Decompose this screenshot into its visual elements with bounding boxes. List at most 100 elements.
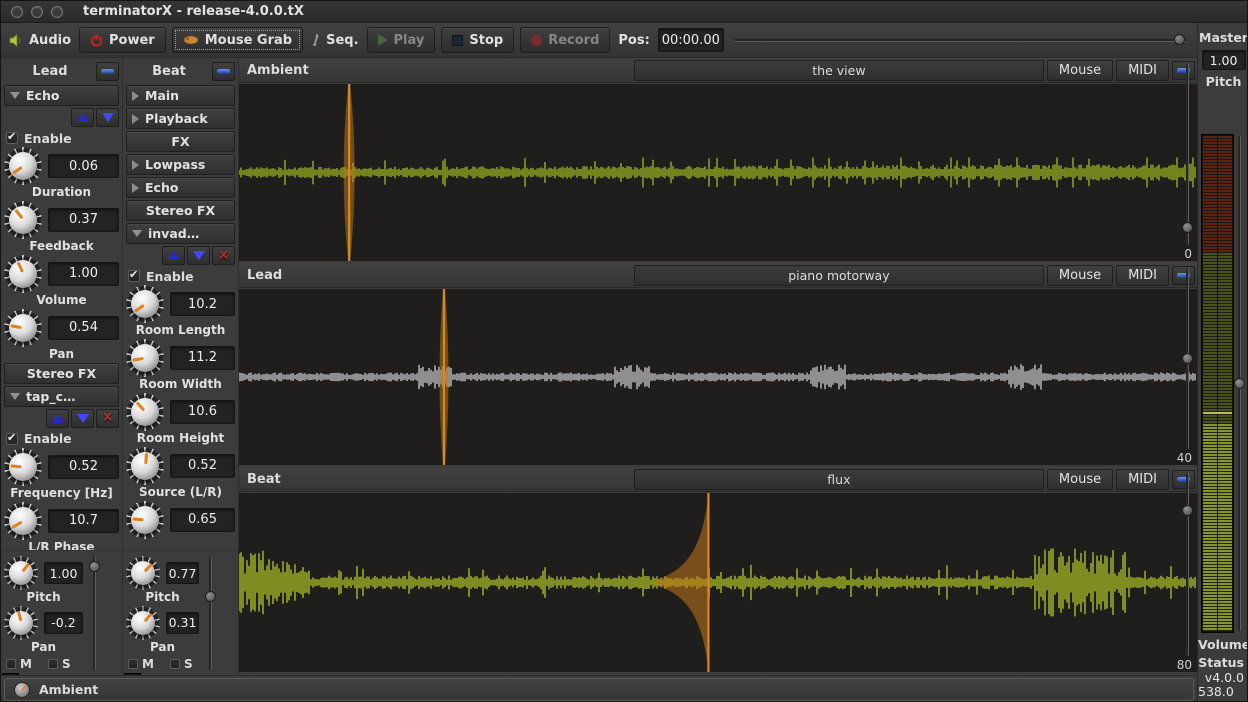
fx-expander-invaders[interactable]: invad… [126, 223, 235, 244]
fx-expander-lowpass[interactable]: Lowpass [126, 154, 235, 175]
lr-phase-knob[interactable] [4, 502, 42, 540]
room-length-value[interactable]: 10.2 [170, 292, 235, 316]
loaded-file-button[interactable]: piano motorway [634, 265, 1044, 286]
waveform-canvas[interactable] [239, 289, 1197, 465]
deck-volume-slider[interactable] [206, 556, 215, 670]
slider-handle[interactable] [1182, 222, 1193, 233]
enable-checkbox[interactable] [6, 433, 18, 445]
damping-knob[interactable] [126, 501, 164, 539]
master-volume-slider[interactable] [1235, 136, 1244, 631]
slider-handle[interactable] [205, 591, 216, 602]
duration-value[interactable]: 0.06 [48, 154, 119, 178]
deck-pan-value[interactable]: -0.2 [44, 612, 83, 634]
solo-checkbox[interactable] [48, 659, 58, 669]
midi-button[interactable]: MIDI [1116, 265, 1169, 286]
deck-lead-minimize-button[interactable] [96, 62, 119, 81]
volume-knob[interactable] [4, 255, 42, 293]
room-height-value[interactable]: 10.6 [170, 400, 235, 424]
fx-move-up-button[interactable] [71, 108, 94, 127]
deck-pitch-value[interactable]: 1.00 [44, 562, 83, 584]
slider-handle[interactable] [89, 561, 100, 572]
loaded-file-button[interactable]: the view [634, 60, 1044, 81]
deck-main-controls: 0.77 Pitch 0.31 Pan M S [126, 556, 199, 671]
stereo-fx-header[interactable]: Stereo FX [126, 200, 235, 221]
damping-value[interactable]: 0.65 [170, 508, 235, 532]
fx-expander-echo[interactable]: Echo [126, 177, 235, 198]
fx-header[interactable]: FX [126, 131, 235, 152]
solo-checkbox[interactable] [170, 659, 180, 669]
main-volume-slider[interactable] [734, 30, 1187, 50]
feedback-value[interactable]: 0.37 [48, 208, 119, 232]
power-button[interactable]: Power [79, 27, 166, 53]
sequencer-icon [311, 33, 321, 47]
fx-move-up-button[interactable] [46, 409, 69, 428]
loaded-file-button[interactable]: flux [634, 469, 1044, 490]
pan-knob[interactable] [4, 309, 42, 347]
enable-checkbox[interactable] [6, 132, 18, 144]
room-height-knob[interactable] [126, 393, 164, 431]
deck-pan-knob[interactable] [126, 606, 160, 640]
room-length-knob[interactable] [126, 285, 164, 323]
pan-value[interactable]: 0.54 [48, 316, 119, 340]
track-zoom-slider[interactable] [1183, 472, 1193, 656]
fx-move-down-button[interactable] [71, 409, 94, 428]
waveform-canvas[interactable] [239, 493, 1197, 672]
fx-delete-button[interactable]: ✕ [212, 246, 235, 265]
window-maximize-button[interactable] [51, 6, 63, 18]
lr-phase-value[interactable]: 10.7 [48, 509, 119, 533]
play-label: Play [394, 33, 425, 48]
slider-handle[interactable] [1182, 353, 1193, 364]
record-button[interactable]: Record [520, 27, 610, 53]
deck-pitch-knob[interactable] [4, 556, 38, 590]
mouse-button[interactable]: Mouse [1047, 469, 1113, 490]
source-value[interactable]: 0.52 [170, 454, 235, 478]
slider-handle[interactable] [1234, 378, 1245, 389]
track-zoom-slider[interactable] [1183, 63, 1193, 245]
section-expander-playback[interactable]: Playback [126, 108, 235, 129]
duration-knob[interactable] [4, 147, 42, 185]
deck-volume-slider[interactable] [90, 556, 99, 670]
deck-pan-value[interactable]: 0.31 [166, 612, 199, 634]
record-icon [531, 35, 542, 46]
position-entry[interactable]: 00:00.00 [658, 28, 724, 52]
waveform-canvas[interactable] [239, 84, 1197, 261]
mute-checkbox[interactable] [128, 659, 138, 669]
stereo-fx-header[interactable]: Stereo FX [4, 363, 119, 384]
window-title: terminatorX - release-4.0.0.tX [83, 4, 304, 19]
room-width-knob[interactable] [126, 339, 164, 377]
window-close-button[interactable] [11, 6, 23, 18]
mouse-grab-button[interactable]: Mouse Grab [172, 27, 303, 53]
feedback-knob[interactable] [4, 201, 42, 239]
mute-checkbox[interactable] [6, 659, 16, 669]
enable-checkbox[interactable] [128, 270, 140, 282]
midi-button[interactable]: MIDI [1116, 469, 1169, 490]
section-expander-main[interactable]: Main [126, 85, 235, 106]
slider-handle[interactable] [1182, 505, 1193, 516]
midi-button[interactable]: MIDI [1116, 60, 1169, 81]
fx-delete-button[interactable]: ✕ [96, 409, 119, 428]
deck-pitch-value[interactable]: 0.77 [166, 562, 199, 584]
master-volume-label: Volume [1198, 637, 1248, 652]
play-button[interactable]: Play [367, 27, 436, 53]
deck-pan-knob[interactable] [4, 606, 38, 640]
stop-button[interactable]: Stop [441, 27, 514, 53]
master-pitch-value[interactable]: 1.00 [1202, 50, 1246, 70]
room-width-value[interactable]: 11.2 [170, 346, 235, 370]
source-knob[interactable] [126, 447, 164, 485]
fx-expander-echo[interactable]: Echo [4, 85, 119, 106]
slider-handle[interactable] [1174, 34, 1185, 45]
frequency-value[interactable]: 0.52 [48, 455, 119, 479]
mouse-button[interactable]: Mouse [1047, 265, 1113, 286]
fx-expander-tap[interactable]: tap_c… [4, 386, 119, 407]
fx-move-down-button[interactable] [96, 108, 119, 127]
track-zoom-slider[interactable] [1183, 268, 1193, 449]
volume-value[interactable]: 1.00 [48, 262, 119, 286]
deck-pitch-knob[interactable] [126, 556, 160, 590]
fx-move-up-button[interactable] [162, 246, 185, 265]
fx-move-down-button[interactable] [187, 246, 210, 265]
mouse-button[interactable]: Mouse [1047, 60, 1113, 81]
frequency-knob[interactable] [4, 448, 42, 486]
minimized-deck-ambient[interactable]: Ambient [4, 678, 1194, 701]
deck-beat-minimize-button[interactable] [212, 62, 235, 81]
window-minimize-button[interactable] [31, 6, 43, 18]
